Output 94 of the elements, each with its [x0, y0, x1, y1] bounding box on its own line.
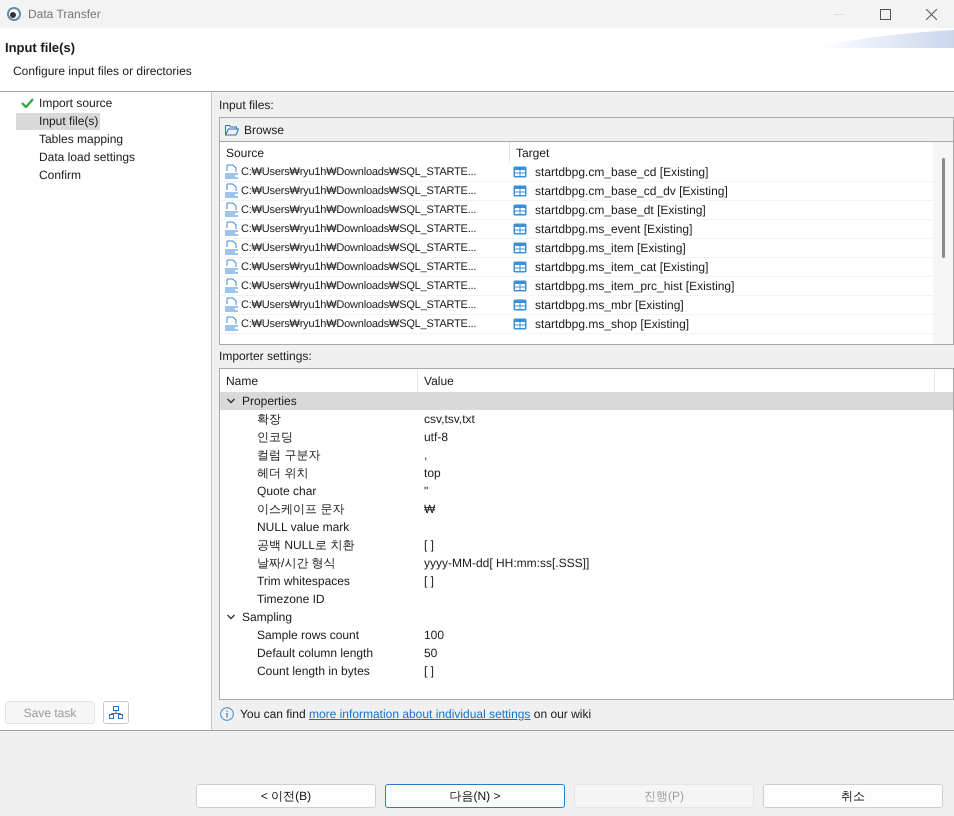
settings-group-row[interactable]: Properties	[220, 392, 953, 410]
scrollbar-thumb[interactable]	[942, 158, 944, 258]
setting-name: Timezone ID	[257, 592, 325, 606]
csv-file-icon	[224, 240, 240, 256]
csv-file-icon	[224, 221, 240, 237]
table-cell-text: startdbpg.cm_base_dt [Existing]	[535, 202, 706, 219]
table-icon	[513, 299, 527, 311]
table-cell-text: startdbpg.ms_shop [Existing]	[535, 316, 690, 333]
csv-file-icon	[224, 297, 240, 313]
table-icon	[513, 166, 527, 178]
app-logo-icon	[6, 6, 22, 22]
setting-value[interactable]: [ ]	[418, 662, 434, 680]
table-cell-text: C:₩Users₩ryu1h₩Downloads₩SQL_STARTE...	[241, 164, 476, 180]
setting-value[interactable]: top	[418, 464, 441, 482]
header-subtitle: Configure input files or directories	[13, 63, 192, 80]
folder-icon	[225, 124, 239, 136]
step-item[interactable]: Data load settings	[39, 148, 136, 166]
column-header[interactable]: Target	[510, 144, 933, 162]
dialog-button[interactable]: 다음(N) >	[385, 784, 565, 808]
table-cell-text: startdbpg.ms_item_prc_hist [Existing]	[535, 278, 734, 295]
csv-file-icon	[224, 316, 240, 332]
csv-file-icon	[224, 164, 240, 180]
setting-name: Quote char	[257, 484, 316, 498]
table-cell-text: startdbpg.ms_event [Existing]	[535, 221, 692, 238]
setting-value[interactable]: "	[418, 482, 428, 500]
group-name: Properties	[242, 393, 297, 410]
setting-name: 이스케이프 문자	[257, 502, 344, 516]
setting-name: Count length in bytes	[257, 664, 370, 678]
table-cell-text: startdbpg.cm_base_cd_dv [Existing]	[535, 183, 728, 200]
task-list-button[interactable]	[103, 701, 129, 724]
table-icon	[513, 242, 527, 254]
setting-value[interactable]: 50	[418, 644, 438, 662]
column-header[interactable]: Source	[220, 142, 510, 163]
setting-value[interactable]: csv,tsv,txt	[418, 410, 475, 428]
header-title: Input file(s)	[5, 39, 76, 57]
setting-name: 컬럼 구분자	[257, 448, 320, 462]
setting-value[interactable]: ,	[418, 446, 428, 464]
setting-name: Sample rows count	[257, 628, 360, 642]
csv-file-icon	[224, 183, 240, 199]
setting-name: 공백 NULL로 치환	[257, 538, 354, 552]
table-cell-text: C:₩Users₩ryu1h₩Downloads₩SQL_STARTE...	[241, 260, 476, 275]
browse-button[interactable]: Browse	[224, 120, 286, 138]
table-icon	[513, 204, 527, 216]
table-cell-text: C:₩Users₩ryu1h₩Downloads₩SQL_STARTE...	[241, 316, 476, 332]
importer-settings-label: Importer settings:	[219, 348, 313, 364]
setting-value[interactable]: 100	[418, 626, 444, 644]
step-item[interactable]: Confirm	[39, 166, 82, 184]
table-cell-text: startdbpg.cm_base_cd [Existing]	[535, 164, 708, 181]
table-cell-text: C:₩Users₩ryu1h₩Downloads₩SQL_STARTE...	[241, 222, 476, 237]
table-cell-text: C:₩Users₩ryu1h₩Downloads₩SQL_STARTE...	[241, 202, 476, 218]
table-icon	[513, 261, 527, 273]
wiki-link[interactable]: more information about individual settings	[308, 707, 530, 721]
setting-name: 인코딩	[257, 430, 293, 444]
chevron-down-icon[interactable]	[226, 613, 236, 621]
step-item[interactable]: Tables mapping	[39, 130, 124, 148]
dialog-button[interactable]: 취소	[763, 784, 943, 808]
info-text: You can find more information about individual settings on our wiki	[240, 706, 592, 723]
input-files-label: Input files:	[219, 97, 275, 113]
csv-file-icon	[224, 259, 240, 275]
dialog-button[interactable]: < 이전(B)	[196, 784, 376, 808]
csv-file-icon	[224, 202, 240, 218]
table-icon	[513, 280, 527, 292]
table-icon	[513, 223, 527, 235]
table-cell-text: C:₩Users₩ryu1h₩Downloads₩SQL_STARTE...	[241, 298, 476, 313]
table-cell-text: C:₩Users₩ryu1h₩Downloads₩SQL_STARTE...	[241, 278, 476, 294]
setting-name: NULL value mark	[257, 520, 350, 534]
setting-value[interactable]: yyyy-MM-dd[ HH:mm:ss[.SSS]]	[418, 554, 590, 572]
table-cell-text: startdbpg.ms_item_cat [Existing]	[535, 259, 708, 276]
maximize-icon	[880, 8, 890, 20]
setting-name: Default column length	[257, 646, 374, 660]
step-item[interactable]: Input file(s)	[16, 112, 100, 130]
setting-value[interactable]: utf-8	[418, 428, 448, 446]
table-cell-text: C:₩Users₩ryu1h₩Downloads₩SQL_STARTE...	[241, 240, 476, 256]
group-name: Sampling	[242, 609, 292, 626]
setting-value[interactable]: ₩	[418, 500, 436, 518]
step-item[interactable]: Import source	[39, 94, 112, 112]
settings-group-row[interactable]: Sampling	[220, 608, 953, 626]
table-icon	[513, 318, 527, 330]
close-icon	[926, 8, 936, 20]
chevron-down-icon[interactable]	[226, 397, 236, 405]
setting-value[interactable]: [ ]	[418, 572, 434, 590]
table-cell-text: startdbpg.ms_mbr [Existing]	[535, 297, 684, 314]
table-cell-text: C:₩Users₩ryu1h₩Downloads₩SQL_STARTE...	[241, 184, 476, 199]
info-icon	[220, 707, 234, 721]
setting-name: 확장	[257, 412, 281, 426]
setting-name: Trim whitespaces	[257, 574, 350, 588]
table-cell-text: startdbpg.ms_item [Existing]	[535, 240, 686, 257]
setting-name: 헤더 위치	[257, 466, 308, 480]
csv-file-icon	[224, 278, 240, 294]
hierarchy-icon	[109, 706, 123, 719]
setting-name: 날짜/시간 형식	[257, 556, 336, 570]
window-title: Data Transfer	[28, 6, 101, 23]
setting-value[interactable]: [ ]	[418, 536, 434, 554]
table-icon	[513, 185, 527, 197]
